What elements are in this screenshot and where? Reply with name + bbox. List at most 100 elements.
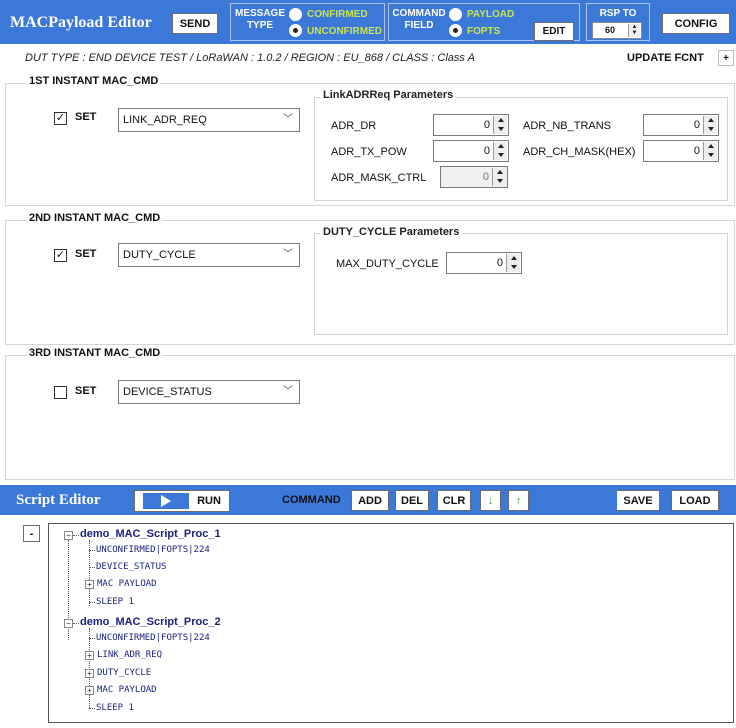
edit-button[interactable]: EDIT — [534, 22, 574, 41]
tree-item[interactable]: SLEEP 1 — [96, 703, 134, 713]
section-2-title: 2ND INSTANT MAC_CMD — [27, 212, 163, 224]
adr-mask-ctrl-value: 0 — [482, 171, 489, 183]
rsp-to-spinner[interactable]: 60 ▲ ▼ — [592, 22, 642, 39]
tree-collapse-icon[interactable]: − — [64, 531, 73, 540]
dut-info: DUT TYPE : END DEVICE TEST / LoRaWAN : 1… — [25, 52, 475, 64]
save-button[interactable]: SAVE — [614, 490, 662, 511]
add-button[interactable]: ADD — [351, 490, 389, 511]
message-type-label-line2: TYPE — [246, 20, 274, 31]
max-duty-cycle-label: MAX_DUTY_CYCLE — [336, 258, 439, 270]
tree-expand-icon[interactable]: + — [85, 651, 94, 660]
radio-payload-label[interactable]: PAYLOAD — [467, 9, 514, 20]
play-icon[interactable] — [143, 493, 190, 509]
tree-item[interactable]: DUTY_CYCLE — [97, 668, 151, 678]
tree-proc-1[interactable]: demo_MAC_Script_Proc_1 — [80, 528, 221, 540]
move-up-button[interactable]: ↑ — [508, 490, 529, 511]
section-1-set-checkbox[interactable]: ✓ — [54, 112, 67, 125]
tree-item[interactable]: LINK_ADR_REQ — [97, 650, 162, 660]
adr-tx-pow-label: ADR_TX_POW — [331, 146, 407, 158]
section-3rd-instant — [5, 355, 735, 480]
spinner-arrows-icon[interactable] — [493, 142, 507, 160]
tree-expand-icon[interactable]: + — [85, 686, 94, 695]
tree-collapse-icon[interactable]: − — [64, 619, 73, 628]
send-button[interactable]: SEND — [172, 13, 218, 34]
adr-mask-ctrl-label: ADR_MASK_CTRL — [331, 172, 427, 184]
radio-unconfirmed-label[interactable]: UNCONFIRMED — [307, 26, 382, 37]
tree-expand-icon[interactable]: + — [85, 669, 94, 678]
radio-confirmed[interactable] — [289, 8, 302, 21]
tree-connector — [89, 638, 95, 639]
adr-dr-label: ADR_DR — [331, 120, 377, 132]
load-button[interactable]: LOAD — [671, 490, 719, 511]
run-button[interactable]: RUN — [134, 490, 230, 512]
adr-dr-value[interactable]: 0 — [484, 119, 490, 131]
tree-item[interactable]: DEVICE_STATUS — [96, 562, 166, 572]
command-field-label-line2: FIELD — [404, 20, 434, 31]
adr-tx-pow-spinner[interactable]: 0 — [433, 140, 509, 162]
adr-ch-mask-label: ADR_CH_MASK(HEX) — [523, 146, 636, 158]
arrow-down-icon[interactable]: ↓ — [488, 495, 494, 507]
adr-nb-trans-value[interactable]: 0 — [694, 119, 700, 131]
tree-expand-icon[interactable]: + — [85, 580, 94, 589]
chevron-down-icon[interactable]: ﹀ — [283, 381, 293, 403]
tree-item[interactable]: MAC PAYLOAD — [97, 579, 157, 589]
section-3-set-checkbox[interactable] — [54, 386, 67, 399]
duty-cycle-params-box — [314, 233, 728, 335]
command-label: COMMAND — [282, 494, 341, 506]
tree-connector — [89, 628, 90, 708]
chevron-down-icon[interactable]: ﹀ — [283, 109, 293, 131]
chevron-down-icon[interactable]: ﹀ — [283, 244, 293, 266]
message-type-group: MESSAGE TYPE CONFIRMED UNCONFIRMED — [230, 3, 385, 41]
section-2-set-checkbox[interactable]: ✓ — [54, 249, 67, 262]
section-3-set-label[interactable]: SET — [75, 385, 96, 397]
spinner-arrows-icon[interactable] — [493, 116, 507, 134]
section-2-command-select[interactable]: DUTY_CYCLE ﹀ — [118, 243, 300, 267]
tree-item[interactable]: SLEEP 1 — [96, 597, 134, 607]
spinner-arrows-icon — [492, 168, 506, 186]
tree-connector — [73, 535, 79, 536]
spinner-arrows-icon[interactable] — [703, 116, 717, 134]
section-3-command-select[interactable]: DEVICE_STATUS ﹀ — [118, 380, 300, 404]
adr-ch-mask-value[interactable]: 0 — [694, 145, 700, 157]
spinner-arrows-icon[interactable] — [506, 254, 520, 272]
adr-tx-pow-value[interactable]: 0 — [484, 145, 490, 157]
section-1-command-select[interactable]: LINK_ADR_REQ ﹀ — [118, 108, 300, 132]
max-duty-cycle-spinner[interactable]: 0 — [446, 252, 522, 274]
radio-payload[interactable] — [449, 8, 462, 21]
update-fcnt-label: UPDATE FCNT — [627, 52, 704, 64]
radio-confirmed-label[interactable]: CONFIRMED — [307, 9, 368, 20]
rsp-to-value[interactable]: 60 — [605, 25, 615, 35]
move-down-button[interactable]: ↓ — [480, 490, 501, 511]
radio-fopts[interactable] — [449, 24, 462, 37]
adr-nb-trans-spinner[interactable]: 0 — [643, 114, 719, 136]
message-type-label-line1: MESSAGE — [234, 8, 285, 19]
tree-connector — [89, 708, 95, 709]
config-button[interactable]: CONFIG — [662, 13, 730, 34]
max-duty-cycle-value[interactable]: 0 — [497, 257, 503, 269]
adr-dr-spinner[interactable]: 0 — [433, 114, 509, 136]
update-fcnt-plus-button[interactable]: + — [718, 50, 734, 66]
tree-item[interactable]: UNCONFIRMED|FOPTS|224 — [96, 545, 210, 555]
script-editor-title: Script Editor — [16, 492, 101, 508]
arrow-up-icon[interactable]: ↑ — [516, 495, 522, 507]
section-2-set-label[interactable]: SET — [75, 248, 96, 260]
radio-unconfirmed[interactable] — [289, 24, 302, 37]
del-button[interactable]: DEL — [395, 490, 429, 511]
section-1-set-label[interactable]: SET — [75, 111, 96, 123]
clr-button[interactable]: CLR — [437, 490, 471, 511]
collapse-all-button[interactable]: - — [23, 525, 40, 542]
command-field-label-line1: COMMAND — [392, 8, 446, 19]
radio-fopts-label[interactable]: FOPTS — [467, 26, 500, 37]
tree-proc-2[interactable]: demo_MAC_Script_Proc_2 — [80, 616, 221, 628]
tree-item[interactable]: UNCONFIRMED|FOPTS|224 — [96, 633, 210, 643]
run-label[interactable]: RUN — [197, 495, 221, 507]
adr-ch-mask-spinner[interactable]: 0 — [643, 140, 719, 162]
script-tree[interactable]: − demo_MAC_Script_Proc_1 UNCONFIRMED|FOP… — [48, 523, 734, 723]
spinner-arrows-icon[interactable] — [703, 142, 717, 160]
checkmark-icon: ✓ — [55, 249, 66, 261]
tree-item[interactable]: MAC PAYLOAD — [97, 685, 157, 695]
tree-connector — [73, 623, 79, 624]
section-1-title: 1ST INSTANT MAC_CMD — [27, 75, 161, 87]
section-1-command-value: LINK_ADR_REQ — [123, 114, 207, 126]
spinner-arrows-icon[interactable]: ▲ ▼ — [628, 24, 640, 37]
